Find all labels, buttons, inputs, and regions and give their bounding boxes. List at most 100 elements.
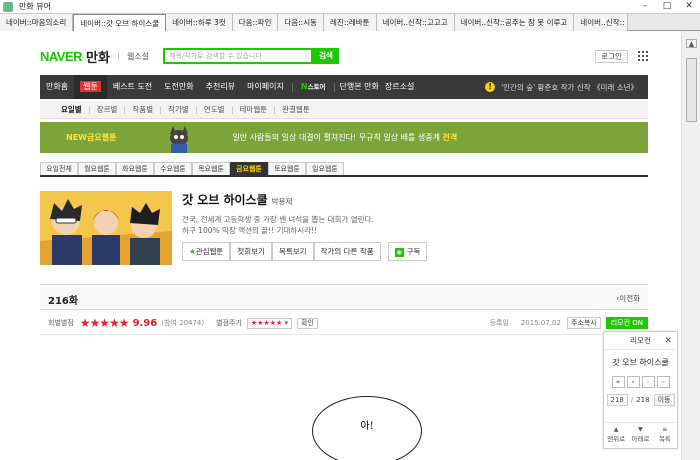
last-page-button[interactable]: » [656, 376, 670, 388]
tab-item[interactable]: 레진::레바툰 [324, 14, 377, 31]
main-nav: 만화홈 웹툰 베스트 도전 도전만화 추천리뷰 마이페이지 N스토어 단행본 만… [40, 75, 648, 99]
nav-item-genre-novel[interactable]: 장르소설 [382, 75, 417, 99]
comic-author[interactable]: 박용제 [272, 197, 293, 206]
subnav-item-completed[interactable]: 완결웹툰 [275, 104, 317, 115]
nav-item-webtoon[interactable]: 웹툰 [74, 75, 107, 99]
tab-item[interactable]: 네이버::하루 3컷 [166, 14, 233, 31]
nav-item-home[interactable]: 만화홈 [40, 75, 74, 99]
page-go-button[interactable]: 이동 [653, 394, 675, 406]
remote-control-panel: 리모컨 ✕ 갓 오브 하이스쿨 « ‹ › » 218 / 218 이동 ▲ 맨위… [603, 331, 678, 449]
comic-title: 갓 오브 하이스쿨 [182, 193, 268, 207]
prev-label: 이전화 [619, 294, 640, 303]
subnav-item-theme[interactable]: 테마웹툰 [233, 104, 275, 115]
weekday-tabs: 요일전체 월요웹툰 화요웹툰 수요웹툰 목요웹툰 금요웹툰 토요웹툰 일요웹툰 [40, 162, 648, 177]
page-total: 218 [636, 396, 650, 404]
webnovel-link[interactable]: 웹소설 [127, 51, 149, 62]
search-input[interactable]: 제목/작가로 검색할 수 있습니다 [163, 48, 314, 64]
tab-tue[interactable]: 화요웹툰 [116, 162, 154, 175]
tab-item[interactable]: 네이버::마음의소리 [0, 14, 74, 31]
tab-item[interactable]: 다음::파인 [232, 14, 279, 31]
scroll-up-arrow-icon[interactable]: ▲ [686, 39, 697, 48]
tab-mon[interactable]: 월요웹툰 [78, 162, 116, 175]
promo-banner[interactable]: NEW금요웹툰 일반 사람들의 일상 대결이 펼쳐진다! 무규칙 일상 배틀 생… [40, 122, 648, 153]
remote-list-label: 목록 [658, 435, 671, 443]
tab-item[interactable]: 네이버..신작::고고고 [376, 14, 455, 31]
first-episode-button[interactable]: 첫회보기 [230, 242, 272, 261]
star-icon: ★ [189, 247, 196, 256]
reg-date-label: 등록일 [489, 319, 509, 327]
comic-buttons: ★관심웹툰 첫회보기 목록보기 작가의 다른 작품 ◉ 구독 [182, 242, 428, 261]
give-rating-label: 별점주기 [216, 319, 242, 327]
tab-all[interactable]: 요일전체 [40, 162, 78, 175]
comic-info: 갓 오브 하이스쿨 박용제 전국, 전세계 고등학생 중 가장 쎈 녀석을 뽑는 … [182, 191, 622, 265]
manhwa-logo[interactable]: 만화 [86, 47, 110, 66]
url-copy-button[interactable]: 주소복사 [566, 317, 601, 329]
minimize-button[interactable]: – [634, 0, 656, 13]
nav-item-challenge[interactable]: 도전만화 [158, 75, 199, 99]
next-page-button[interactable]: › [641, 376, 655, 388]
reg-date: 2015.07.02 [520, 319, 561, 327]
tab-wed[interactable]: 수요웹툰 [154, 162, 192, 175]
scroll-down-button[interactable]: ▼ 아래로 [628, 423, 652, 448]
login-button[interactable]: 로그인 [595, 49, 628, 63]
rss-icon: ◉ [394, 247, 404, 257]
nav-item-best-challenge[interactable]: 베스트 도전 [107, 75, 158, 99]
page-input[interactable]: 218 [606, 394, 628, 406]
prev-episode-link[interactable]: ‹이전화 [616, 293, 640, 304]
maximize-button[interactable]: □ [656, 0, 678, 13]
nav-item-mypage[interactable]: 마이페이지 [241, 75, 290, 99]
remote-list-button[interactable]: ≡ 목록 [653, 423, 677, 448]
nav-item-nstore[interactable]: N스토어 [295, 75, 332, 99]
divider [333, 82, 335, 92]
first-page-button[interactable]: « [611, 376, 625, 388]
subscribe-button[interactable]: ◉ 구독 [387, 242, 428, 261]
window-controls: – □ ✕ [634, 0, 700, 13]
subnav-item-title[interactable]: 작품별 [125, 104, 160, 115]
nav-notice[interactable]: ! '인간의 숲' 황준호 작가 신작 《미래 소년》 [485, 82, 648, 93]
other-works-button[interactable]: 작가의 다른 작품 [313, 242, 381, 261]
episode-header: 216화 ‹이전화 [40, 284, 648, 310]
subnav-item-author[interactable]: 작가별 [161, 104, 196, 115]
list-button[interactable]: 목록보기 [271, 242, 314, 261]
close-button[interactable]: ✕ [678, 0, 700, 13]
banner-text-highlight: 전격 [442, 133, 458, 142]
comic-description: 전국, 전세계 고등학생 중 가장 쎈 녀석을 뽑는 대회가 열린다. 허구 1… [182, 214, 622, 236]
tab-item[interactable]: 네이버..신작:: [574, 14, 629, 31]
naver-logo[interactable]: NAVER [40, 49, 83, 64]
rating-select-value: ★★★★★ [250, 318, 283, 327]
favorite-label: 관심웹툰 [195, 247, 224, 256]
remote-title: 리모컨 [630, 336, 651, 345]
favorite-button[interactable]: ★관심웹툰 [182, 242, 231, 261]
rating-select[interactable]: ★★★★★ ▾ [246, 317, 292, 329]
nav-item-review[interactable]: 추천리뷰 [200, 75, 241, 99]
nav-item-books[interactable]: 단행본 만화 [337, 75, 382, 99]
window-title: 만화 뷰어 [19, 2, 51, 11]
rating-confirm-button[interactable]: 확인 [297, 317, 318, 329]
apps-grid-icon[interactable] [638, 51, 648, 61]
search-button[interactable]: 검색 [313, 48, 340, 64]
scroll-top-button[interactable]: ▲ 맨위로 [604, 423, 628, 448]
rating-label: 회별별점 [48, 319, 74, 327]
tab-sat[interactable]: 토요웹툰 [268, 162, 306, 175]
tab-item[interactable]: 다음::시동 [278, 14, 325, 31]
vertical-scrollbar[interactable]: ▲ [681, 31, 700, 460]
divider [117, 51, 119, 61]
subnav-item-genre[interactable]: 장르별 [90, 104, 125, 115]
prev-page-button[interactable]: ‹ [626, 376, 640, 388]
scrollbar-thumb[interactable] [686, 58, 697, 122]
subnav-item-year[interactable]: 연도별 [197, 104, 232, 115]
banner-tag: NEW금요웹툰 [66, 133, 117, 142]
tab-item[interactable]: 네이버..신작::공주는 잠 못 이루고 [454, 14, 575, 31]
app-icon [3, 1, 13, 12]
close-icon[interactable]: ✕ [664, 332, 672, 350]
episode-title: 216화 [48, 296, 79, 307]
remote-on-button[interactable]: 리모컨 ON [605, 317, 648, 329]
tab-fri[interactable]: 금요웹툰 [230, 162, 268, 175]
tab-sun[interactable]: 일요웹툰 [306, 162, 344, 175]
comic-title-row: 갓 오브 하이스쿨 박용제 [182, 191, 622, 208]
tab-thu[interactable]: 목요웹툰 [192, 162, 230, 175]
desc-line: 전국, 전세계 고등학생 중 가장 쎈 녀석을 뽑는 대회가 열린다. [182, 215, 374, 224]
desc-line: 허구 100% 막장 액션의 끝!! 기대하시라!! [182, 226, 318, 235]
subnav-item-weekday[interactable]: 요일별 [54, 104, 89, 115]
tab-item-active[interactable]: 네이버::갓 오브 하이스쿨 [73, 14, 167, 31]
